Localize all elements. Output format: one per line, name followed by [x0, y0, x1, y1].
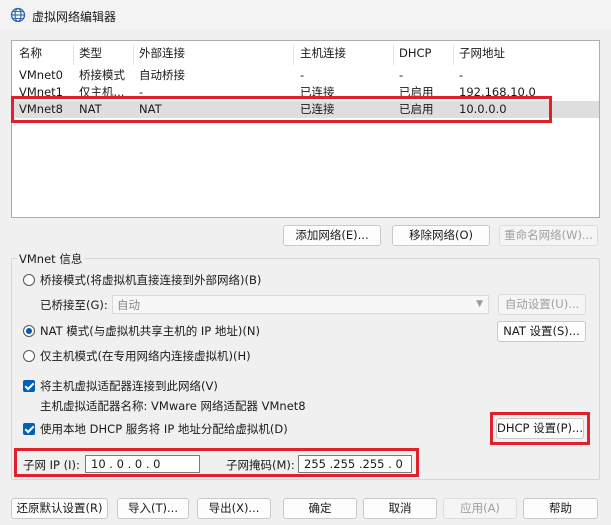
chevron-down-icon: ▼ — [476, 299, 483, 309]
import-button[interactable]: 导入(T)... — [117, 498, 189, 519]
nat-settings-button[interactable]: NAT 设置(S)... — [497, 321, 586, 342]
bridge-mode-label[interactable]: 桥接模式(将虚拟机直接连接到外部网络)(B) — [40, 272, 261, 288]
column-header-dhcp[interactable]: DHCP — [399, 45, 431, 62]
bridged-to-value: 自动 — [117, 298, 140, 312]
connect-adapter-checkbox[interactable] — [23, 380, 35, 392]
host-only-radio[interactable] — [23, 350, 35, 362]
ok-button[interactable]: 确定 — [283, 498, 357, 519]
help-button[interactable]: 帮助 — [523, 498, 598, 519]
cancel-button[interactable]: 取消 — [363, 498, 437, 519]
adapter-name-text: 主机虚拟适配器名称: VMware 网络适配器 VMnet8 — [40, 399, 306, 413]
add-network-button[interactable]: 添加网络(E)... — [283, 225, 381, 246]
title-bar: 虚拟网络编辑器 — [0, 0, 611, 30]
auto-settings-button[interactable]: 自动设置(U)... — [498, 294, 586, 315]
column-header-type[interactable]: 类型 — [79, 45, 102, 62]
bridged-to-label: 已桥接至(G): — [40, 298, 108, 312]
dhcp-label[interactable]: 使用本地 DHCP 服务将 IP 地址分配给虚拟机(D) — [40, 421, 288, 437]
column-header-subnet[interactable]: 子网地址 — [459, 45, 505, 62]
remove-network-button[interactable]: 移除网络(O) — [392, 225, 490, 246]
dhcp-checkbox[interactable] — [23, 423, 35, 435]
vmnet-info-label: VMnet 信息 — [17, 251, 85, 267]
nat-mode-label[interactable]: NAT 模式(与虚拟机共享主机的 IP 地址)(N) — [40, 323, 260, 339]
list-header: 名称 类型 外部连接 主机连接 DHCP 子网地址 — [12, 45, 599, 65]
globe-icon — [10, 7, 26, 23]
highlight-box-dhcp — [490, 412, 590, 445]
column-header-name[interactable]: 名称 — [19, 45, 42, 62]
nat-mode-radio[interactable] — [23, 325, 35, 337]
highlight-box-subnet — [14, 448, 419, 477]
network-list[interactable]: 名称 类型 外部连接 主机连接 DHCP 子网地址 VMnet0 桥接模式 自动… — [11, 40, 600, 218]
bridged-to-select[interactable]: 自动 ▼ — [112, 295, 489, 314]
export-button[interactable]: 导出(X)... — [197, 498, 271, 519]
table-row[interactable]: VMnet0 桥接模式 自动桥接 - - - — [12, 67, 599, 84]
column-header-external[interactable]: 外部连接 — [139, 45, 185, 62]
host-only-label[interactable]: 仅主机模式(在专用网络内连接虚拟机)(H) — [40, 348, 251, 364]
restore-defaults-button[interactable]: 还原默认设置(R) — [11, 498, 108, 519]
vmnet-info-group — [11, 258, 600, 480]
bridge-mode-radio[interactable] — [23, 274, 35, 286]
highlight-box-vmnet8 — [11, 96, 552, 123]
apply-button[interactable]: 应用(A) — [443, 498, 517, 519]
column-header-host[interactable]: 主机连接 — [300, 45, 346, 62]
connect-adapter-label[interactable]: 将主机虚拟适配器连接到此网络(V) — [40, 378, 218, 394]
window-title: 虚拟网络编辑器 — [32, 10, 117, 24]
rename-network-button[interactable]: 重命名网络(W)... — [499, 225, 598, 246]
